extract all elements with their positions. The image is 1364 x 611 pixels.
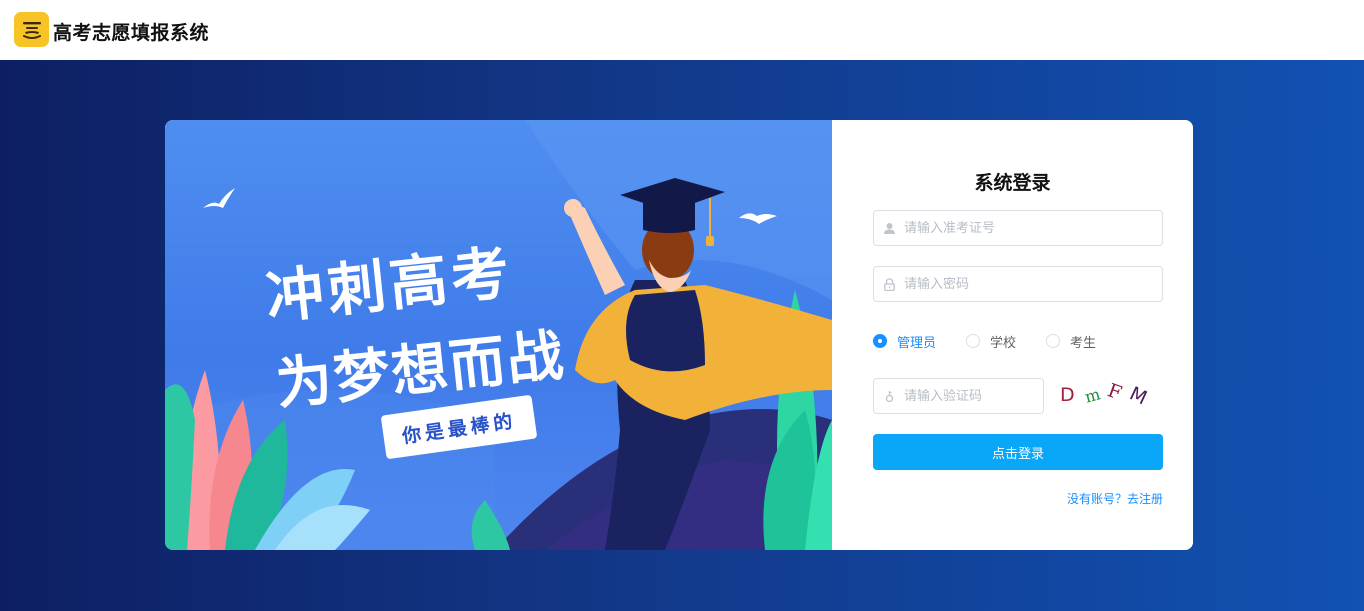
captcha-char-1: D (1060, 384, 1075, 406)
role-option-student[interactable]: 考生 (1046, 332, 1096, 351)
role-label-admin: 管理员 (897, 335, 937, 351)
radio-student[interactable] (1046, 334, 1061, 348)
app-title: 高考志愿填报系统 (53, 22, 210, 44)
user-icon (874, 222, 904, 235)
role-label-school: 学校 (990, 335, 1017, 351)
captcha-input[interactable] (904, 388, 1034, 404)
username-field[interactable] (873, 210, 1163, 246)
captcha-char-3: F (1104, 379, 1125, 405)
username-input[interactable] (904, 220, 1144, 236)
top-bar: 高考志愿填报系统 (0, 0, 1364, 60)
role-selector: 管理员 学校 考生 (873, 331, 1126, 351)
password-field[interactable] (873, 266, 1163, 302)
key-icon (874, 390, 904, 403)
login-title: 系统登录 (974, 172, 1051, 194)
login-background: 冲刺高考 为梦想而战 你是最棒的 系统登录 请输入准考证号 管理员 学校 考生 … (0, 60, 1364, 611)
login-card: 冲刺高考 为梦想而战 你是最棒的 系统登录 请输入准考证号 管理员 学校 考生 … (165, 120, 1193, 550)
captcha-char-2: m (1082, 384, 1103, 407)
radio-school[interactable] (966, 334, 981, 348)
role-option-admin[interactable]: 管理员 (873, 332, 936, 351)
login-button[interactable]: 点击登录 (873, 434, 1163, 470)
lock-icon (874, 277, 904, 291)
role-label-student: 考生 (1070, 335, 1097, 351)
register-link[interactable]: 没有账号？去注册 (1067, 490, 1163, 507)
captcha-char-4: M (1126, 382, 1151, 410)
hero-illustration: 冲刺高考 为梦想而战 你是最棒的 (165, 120, 832, 550)
radio-admin[interactable] (873, 334, 887, 348)
app-logo-icon (14, 12, 49, 47)
captcha-field[interactable] (873, 378, 1044, 414)
role-option-school[interactable]: 学校 (966, 332, 1016, 351)
captcha-image[interactable]: D m F M (1055, 378, 1165, 412)
password-input[interactable] (904, 276, 1144, 292)
hero-badge-text: 你是最棒的 (400, 409, 518, 448)
login-panel: 系统登录 请输入准考证号 管理员 学校 考生 请输入验证码 D m F M 点击… (832, 120, 1193, 550)
